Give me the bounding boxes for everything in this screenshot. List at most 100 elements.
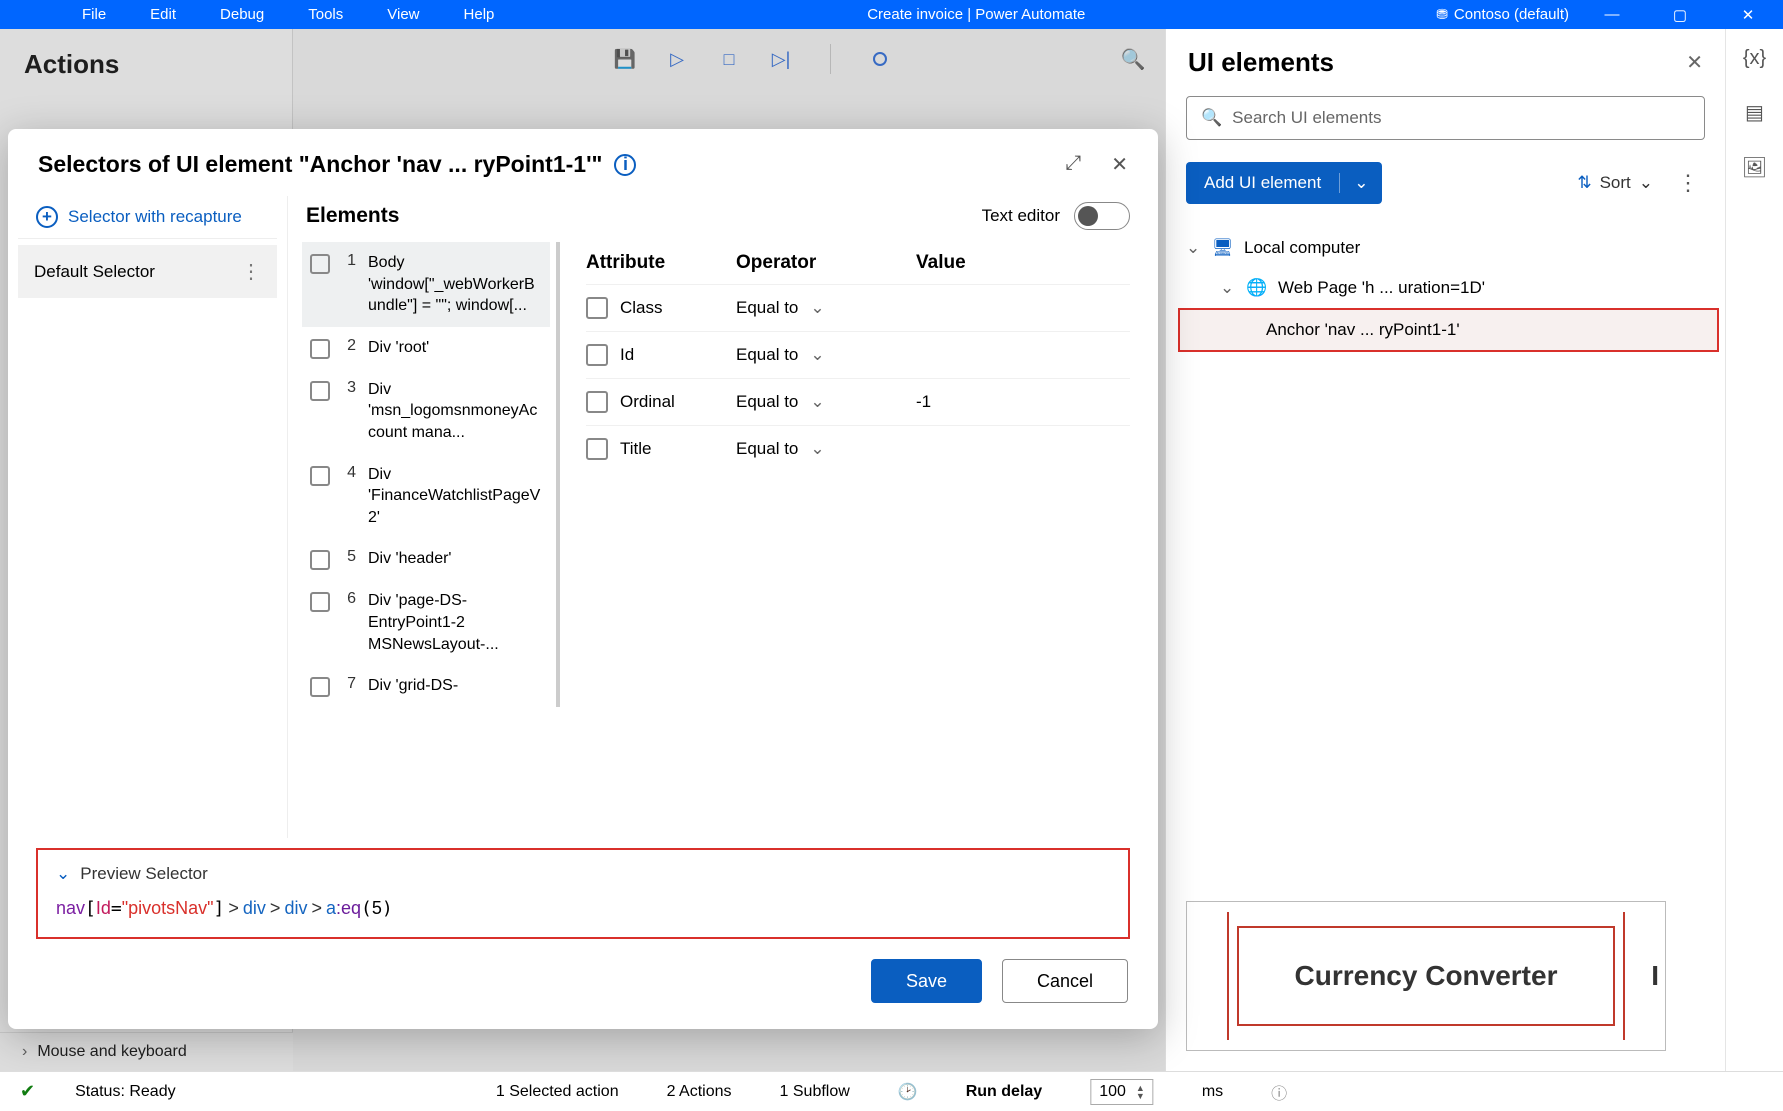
ui-elements-search-input[interactable]: 🔍 Search UI elements bbox=[1186, 96, 1705, 140]
attr-value[interactable]: -1 bbox=[916, 392, 1130, 412]
expand-icon[interactable]: ⤢ bbox=[1065, 152, 1081, 177]
checkbox[interactable] bbox=[310, 466, 330, 486]
sort-button[interactable]: Sort ⌄ bbox=[1577, 173, 1653, 193]
checkbox[interactable] bbox=[586, 297, 608, 319]
menu-view[interactable]: View bbox=[365, 2, 441, 27]
element-index: 1 bbox=[342, 252, 356, 270]
element-label: Div 'grid-DS- bbox=[368, 675, 542, 697]
attr-name: Id bbox=[620, 345, 634, 365]
element-row[interactable]: 7 Div 'grid-DS- bbox=[302, 665, 550, 707]
operator-dropdown[interactable]: Equal to⌄ bbox=[736, 392, 916, 412]
computer-icon: 🖥 bbox=[1212, 238, 1232, 258]
menu-tools[interactable]: Tools bbox=[286, 2, 365, 27]
default-selector-item[interactable]: Default Selector ⋮ bbox=[18, 245, 277, 298]
actions-group-mouse-keyboard[interactable]: Mouse and keyboard bbox=[0, 1032, 293, 1071]
run-icon[interactable]: ▷ bbox=[666, 48, 688, 70]
record-icon[interactable] bbox=[869, 48, 891, 70]
checkbox[interactable] bbox=[310, 677, 330, 697]
selector-with-recapture-button[interactable]: + Selector with recapture bbox=[18, 196, 277, 239]
ui-elements-close-icon[interactable]: ✕ bbox=[1686, 50, 1703, 75]
status-ok-icon: ✔ bbox=[20, 1081, 35, 1102]
menu-debug[interactable]: Debug bbox=[198, 2, 286, 27]
element-label: Div 'root' bbox=[368, 337, 542, 359]
window-minimize[interactable]: — bbox=[1587, 6, 1637, 23]
images-icon[interactable]: 🖼 bbox=[1742, 155, 1767, 180]
window-close[interactable]: ✕ bbox=[1723, 6, 1773, 24]
run-next-icon[interactable]: ▷| bbox=[770, 48, 792, 70]
window-maximize[interactable]: ▢ bbox=[1655, 6, 1705, 24]
element-label: Div 'header' bbox=[368, 548, 542, 570]
operator-dropdown[interactable]: Equal to⌄ bbox=[736, 345, 916, 365]
close-icon[interactable]: ✕ bbox=[1111, 152, 1128, 177]
preview-selector-box: ⌄ Preview Selector nav[Id="pivotsNav"]>d… bbox=[36, 848, 1130, 939]
save-icon[interactable]: 💾 bbox=[614, 48, 636, 70]
info-icon[interactable]: i bbox=[614, 154, 636, 176]
thumbnail-highlight-label: Currency Converter bbox=[1237, 926, 1615, 1026]
status-actions: 2 Actions bbox=[667, 1083, 732, 1101]
attr-name: Title bbox=[620, 439, 652, 459]
tree-node-local-computer[interactable]: ⌄ 🖥 Local computer bbox=[1178, 228, 1719, 268]
tree-node-label: Local computer bbox=[1244, 238, 1360, 258]
search-placeholder: Search UI elements bbox=[1232, 108, 1381, 128]
menu-file[interactable]: File bbox=[60, 2, 128, 27]
element-index: 5 bbox=[342, 548, 356, 566]
info-icon[interactable]: ⓘ bbox=[1271, 1080, 1287, 1104]
ui-elements-tree: ⌄ 🖥 Local computer ⌄ 🌐 Web Page 'h ... u… bbox=[1166, 218, 1725, 352]
add-ui-element-button[interactable]: Add UI element ⌄ bbox=[1186, 162, 1382, 204]
element-label: Div 'page-DS-EntryPoint1-2 MSNewsLayout-… bbox=[368, 590, 542, 655]
more-options-icon[interactable]: ⋮ bbox=[241, 259, 261, 284]
menu-edit[interactable]: Edit bbox=[128, 2, 198, 27]
screenshot-thumbnail: Currency Converter I bbox=[1166, 891, 1725, 1071]
status-selected-action: 1 Selected action bbox=[496, 1083, 619, 1101]
operator-dropdown[interactable]: Equal to⌄ bbox=[736, 298, 916, 318]
element-row[interactable]: 6 Div 'page-DS-EntryPoint1-2 MSNewsLayout… bbox=[302, 580, 550, 665]
text-editor-toggle[interactable] bbox=[1074, 202, 1130, 230]
chevron-down-icon: ⌄ bbox=[1639, 173, 1653, 193]
element-row[interactable]: 3Div 'msn_logomsnmoneyAccount mana... bbox=[302, 369, 550, 454]
col-value: Value bbox=[916, 252, 1130, 274]
ui-elements-icon[interactable]: ▤ bbox=[1745, 100, 1764, 125]
preview-selector-toggle[interactable]: ⌄ Preview Selector bbox=[56, 864, 1110, 884]
more-options-icon[interactable]: ⋮ bbox=[1671, 170, 1705, 196]
status-subflow: 1 Subflow bbox=[780, 1083, 850, 1101]
org-selector[interactable]: Contoso (default) bbox=[1436, 6, 1569, 23]
add-ui-element-caret-icon[interactable]: ⌄ bbox=[1339, 173, 1382, 193]
tree-node-web-page[interactable]: ⌄ 🌐 Web Page 'h ... uration=1D' bbox=[1178, 268, 1719, 308]
checkbox[interactable] bbox=[586, 438, 608, 460]
elements-pane: Elements 1Body 'window["_webWorkerBundle… bbox=[288, 196, 568, 838]
run-delay-input[interactable]: 100 ▲▼ bbox=[1090, 1079, 1154, 1105]
element-row[interactable]: 1Body 'window["_webWorkerBundle"] = ""; … bbox=[302, 242, 550, 327]
element-label: Div 'FinanceWatchlistPageV2' bbox=[368, 464, 542, 529]
chevron-down-icon: ⌄ bbox=[810, 298, 824, 318]
col-attribute: Attribute bbox=[586, 252, 736, 274]
checkbox[interactable] bbox=[586, 344, 608, 366]
checkbox[interactable] bbox=[310, 254, 330, 274]
tree-node-label: Web Page 'h ... uration=1D' bbox=[1278, 278, 1485, 298]
attr-name: Class bbox=[620, 298, 663, 318]
checkbox[interactable] bbox=[310, 381, 330, 401]
attribute-row: OrdinalEqual to⌄-1 bbox=[586, 378, 1130, 425]
chevron-down-icon: ⌄ bbox=[1220, 278, 1234, 298]
menu-help[interactable]: Help bbox=[442, 2, 517, 27]
save-button[interactable]: Save bbox=[871, 959, 982, 1003]
element-index: 6 bbox=[342, 590, 356, 608]
element-row[interactable]: 2Div 'root' bbox=[302, 327, 550, 369]
element-index: 4 bbox=[342, 464, 356, 482]
canvas-search-icon[interactable]: 🔍 bbox=[1108, 39, 1158, 79]
element-row[interactable]: 5 Div 'header' bbox=[302, 538, 550, 580]
menu-bar: File Edit Debug Tools View Help bbox=[0, 2, 516, 27]
variables-icon[interactable]: {x} bbox=[1743, 47, 1766, 70]
checkbox[interactable] bbox=[310, 550, 330, 570]
checkbox[interactable] bbox=[310, 592, 330, 612]
checkbox[interactable] bbox=[586, 391, 608, 413]
cancel-button[interactable]: Cancel bbox=[1002, 959, 1128, 1003]
modal-title: Selectors of UI element "Anchor 'nav ...… bbox=[38, 151, 602, 178]
operator-dropdown[interactable]: Equal to⌄ bbox=[736, 439, 916, 459]
element-row[interactable]: 4 Div 'FinanceWatchlistPageV2' bbox=[302, 454, 550, 539]
element-index: 7 bbox=[342, 675, 356, 693]
chevron-down-icon: ⌄ bbox=[810, 439, 824, 459]
stop-icon[interactable]: □ bbox=[718, 48, 740, 70]
tree-node-anchor[interactable]: Anchor 'nav ... ryPoint1-1' bbox=[1178, 308, 1719, 352]
checkbox[interactable] bbox=[310, 339, 330, 359]
flow-toolbar: 💾 ▷ □ ▷| bbox=[586, 29, 891, 89]
